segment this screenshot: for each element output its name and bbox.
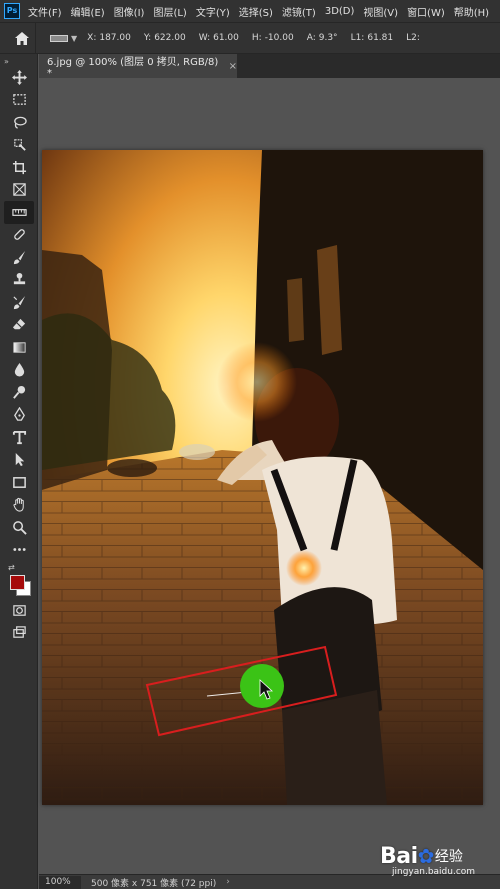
collapse-panel-icon[interactable]: » xyxy=(4,57,9,66)
stamp-icon[interactable] xyxy=(4,269,34,292)
dodge-icon[interactable] xyxy=(4,381,34,404)
zoom-icon[interactable] xyxy=(4,516,34,539)
readout-l2: L2: xyxy=(406,33,420,43)
zoom-level-field[interactable]: 100% xyxy=(39,875,81,889)
options-bar: ▼ X: 187.00 Y: 622.00 W: 61.00 H: -10.00 A: 9… xyxy=(0,22,500,54)
hand-icon[interactable] xyxy=(4,494,34,517)
photoshop-logo-icon: Ps xyxy=(4,3,20,19)
toolbar: ⇄ xyxy=(4,66,34,644)
menu-filter[interactable]: 滤镜(T) xyxy=(282,4,316,19)
readout-l1: L1: 61.81 xyxy=(350,33,394,43)
foreground-color-swatch[interactable] xyxy=(10,575,25,590)
path-select-icon[interactable] xyxy=(4,449,34,472)
document-tabs: 6.jpg @ 100% (图层 0 拷贝, RGB/8) * × xyxy=(39,54,500,79)
readout-angle: A: 9.3° xyxy=(306,33,338,43)
watermark-suffix: 经验 xyxy=(434,849,463,865)
menu-3d[interactable]: 3D(D) xyxy=(325,6,355,17)
menu-window[interactable]: 窗口(W) xyxy=(407,4,445,19)
ruler-icon[interactable] xyxy=(4,201,34,224)
frame-icon[interactable] xyxy=(4,179,34,202)
more-tools-icon[interactable] xyxy=(4,539,34,562)
screen-mode-icon[interactable] xyxy=(4,622,34,645)
menu-edit[interactable]: 编辑(E) xyxy=(71,4,105,19)
menu-file[interactable]: 文件(F) xyxy=(28,4,62,19)
blur-icon[interactable] xyxy=(4,359,34,382)
menu-type[interactable]: 文字(Y) xyxy=(196,4,230,19)
menu-image[interactable]: 图像(I) xyxy=(114,4,145,19)
type-icon[interactable] xyxy=(4,426,34,449)
menu-view[interactable]: 视图(V) xyxy=(363,4,398,19)
document-title: 6.jpg @ 100% (图层 0 拷贝, RGB/8) * xyxy=(47,57,219,79)
chevron-down-icon: ▼ xyxy=(71,33,78,43)
color-swatches: ⇄ xyxy=(4,563,34,599)
document-info: 500 像素 x 751 像素 (72 ppi) xyxy=(91,878,217,889)
lasso-icon[interactable] xyxy=(4,111,34,134)
readout-y: Y: 622.00 xyxy=(143,33,186,43)
tab-document[interactable]: 6.jpg @ 100% (图层 0 拷贝, RGB/8) * × xyxy=(39,54,237,79)
crop-icon[interactable] xyxy=(4,156,34,179)
shape-icon[interactable] xyxy=(4,471,34,494)
pen-icon[interactable] xyxy=(4,404,34,427)
menu-help[interactable]: 帮助(H) xyxy=(454,4,489,19)
menu-layer[interactable]: 图层(L) xyxy=(153,4,186,19)
quick-mask-icon[interactable] xyxy=(4,599,34,622)
chevron-right-icon[interactable]: › xyxy=(226,877,230,887)
readout-w: W: 61.00 xyxy=(198,33,239,43)
document-canvas[interactable] xyxy=(42,150,483,805)
marquee-icon[interactable] xyxy=(4,89,34,112)
readout-x: X: 187.00 xyxy=(87,33,131,43)
readout-h: H: -10.00 xyxy=(251,33,294,43)
menu-select[interactable]: 选择(S) xyxy=(239,4,273,19)
quick-select-icon[interactable] xyxy=(4,134,34,157)
brush-icon[interactable] xyxy=(4,246,34,269)
home-button[interactable] xyxy=(8,22,36,54)
menu-bar: Ps 文件(F) 编辑(E) 图像(I) 图层(L) 文字(Y) 选择(S) 滤… xyxy=(0,0,500,22)
tool-preset-picker[interactable]: ▼ xyxy=(50,34,77,43)
history-brush-icon[interactable] xyxy=(4,291,34,314)
eraser-icon[interactable] xyxy=(4,314,34,337)
close-icon[interactable]: × xyxy=(229,61,237,72)
swap-colors-icon[interactable]: ⇄ xyxy=(8,563,15,572)
healing-icon[interactable] xyxy=(4,224,34,247)
home-icon xyxy=(14,31,29,45)
move-icon[interactable] xyxy=(4,66,34,89)
watermark-url: jingyan.baidu.com xyxy=(392,867,476,877)
gradient-icon[interactable] xyxy=(4,336,34,359)
baidu-logo: Bai✿ xyxy=(380,843,434,869)
ruler-preset-icon xyxy=(50,34,68,42)
